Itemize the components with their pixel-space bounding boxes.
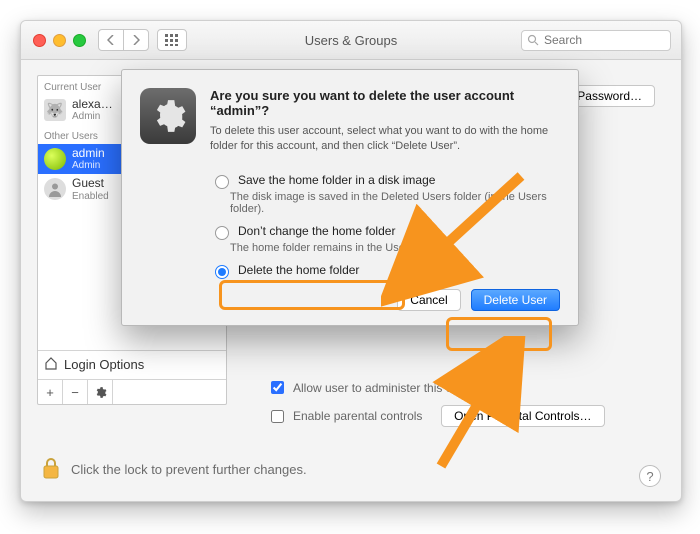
sheet-options: Save the home folder in a disk image The… [210,172,560,279]
user-role: Admin [72,111,113,122]
option-save-image[interactable]: Save the home folder in a disk image The… [210,172,560,215]
help-button[interactable]: ? [639,465,661,487]
parental-checkbox[interactable] [271,410,284,423]
lock-row: Click the lock to prevent further change… [41,456,661,483]
search-input[interactable] [521,30,671,51]
parental-checkbox-label: Enable parental controls [293,409,422,423]
sheet-subtitle: To delete this user account, select what… [210,124,560,154]
radio-caption: The disk image is saved in the Deleted U… [230,191,560,215]
remove-user-button[interactable]: − [63,380,88,404]
zoom-window-button[interactable] [73,34,86,47]
radio-save-image[interactable] [215,175,229,189]
radio-caption: The home folder remains in the Users fol… [230,242,560,254]
close-window-button[interactable] [33,34,46,47]
radio-label: Don’t change the home folder [238,224,395,238]
syspref-app-icon [140,88,196,144]
syspref-window: Users & Groups Current User 🐺 alexa…Admi… [20,20,682,502]
radio-label: Save the home folder in a disk image [238,173,435,187]
add-user-button[interactable]: + [38,380,63,404]
titlebar: Users & Groups [21,21,681,60]
lock-text: Click the lock to prevent further change… [71,462,307,477]
admin-checkbox[interactable] [271,381,284,394]
forward-button[interactable] [124,30,148,50]
sheet-title: Are you sure you want to delete the user… [210,88,560,118]
user-options: Allow user to administer this computer E… [267,378,605,427]
admin-checkbox-label: Allow user to administer this computer [293,381,496,395]
home-icon [44,356,58,373]
cancel-button[interactable]: Cancel [397,289,460,311]
delete-user-button[interactable]: Delete User [471,289,560,311]
radio-delete-home[interactable] [215,265,229,279]
lock-icon[interactable] [41,456,61,483]
option-dont-change[interactable]: Don’t change the home folder The home fo… [210,223,560,254]
login-options[interactable]: Login Options [38,350,226,378]
avatar-icon [44,178,66,200]
radio-dont-change[interactable] [215,226,229,240]
admin-checkbox-row[interactable]: Allow user to administer this computer [267,378,605,397]
sheet-buttons: Cancel Delete User [140,289,560,311]
nav-buttons [98,29,149,51]
show-all-button[interactable] [157,29,187,51]
option-delete-home[interactable]: Delete the home folder [210,262,560,279]
search-icon [527,34,539,49]
user-role: Admin [72,160,105,171]
user-role: Enabled [72,191,109,202]
back-button[interactable] [99,30,124,50]
avatar-icon: 🐺 [44,99,66,121]
open-parental-button[interactable]: Open Parental Controls… [441,405,604,427]
minimize-window-button[interactable] [53,34,66,47]
parental-checkbox-row[interactable]: Enable parental controls Open Parental C… [267,405,605,427]
sidebar-toolbar: + − [38,379,226,404]
actions-gear-button[interactable] [88,380,113,404]
login-options-label: Login Options [64,357,144,372]
user-name: admin [72,147,105,160]
user-name: alexa… [72,98,113,111]
radio-label: Delete the home folder [238,263,359,277]
avatar-icon [44,148,66,170]
search-wrap [521,30,671,51]
user-name: Guest [72,177,109,190]
window-controls [21,34,86,47]
delete-user-sheet: Are you sure you want to delete the user… [121,69,579,326]
